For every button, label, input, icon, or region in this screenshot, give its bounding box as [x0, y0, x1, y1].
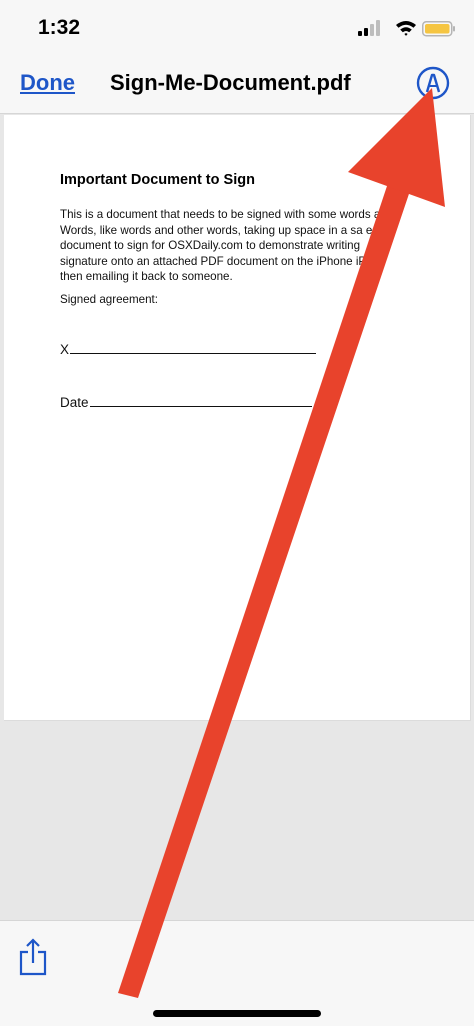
bottom-toolbar	[0, 920, 474, 1026]
document-body-line: then emailing it back to someone.	[60, 270, 233, 283]
navigation-bar: Done Sign-Me-Document.pdf	[0, 56, 474, 114]
battery-level	[425, 24, 450, 34]
date-underline	[89, 395, 312, 407]
home-indicator	[153, 1010, 321, 1017]
document-body-line: This is a document that needs to be sign…	[60, 208, 387, 221]
document-body-line: document to sign for OSXDaily.com to dem…	[60, 239, 361, 252]
status-bar: 1:32	[0, 0, 474, 56]
document-heading: Important Document to Sign	[60, 172, 255, 188]
wifi-icon	[396, 21, 416, 36]
document-body: This is a document that needs to be sign…	[60, 207, 470, 285]
share-icon[interactable]	[18, 937, 48, 977]
done-button[interactable]: Done	[20, 70, 75, 96]
document-body-line: signature onto an attached PDF document …	[60, 254, 380, 268]
signature-underline	[70, 342, 317, 354]
cellular-signal-icon	[358, 20, 380, 36]
status-icons	[358, 20, 455, 37]
signature-x-label: X	[60, 342, 70, 357]
date-line: Date	[60, 395, 312, 410]
battery-icon	[422, 21, 455, 37]
pdf-page[interactable]: Important Document to Sign This is a doc…	[4, 115, 471, 721]
signature-line: X	[60, 342, 317, 357]
date-label: Date	[60, 395, 89, 410]
signed-agreement-label: Signed agreement:	[60, 293, 158, 306]
markup-pen-icon[interactable]	[416, 66, 450, 100]
document-title: Sign-Me-Document.pdf	[110, 70, 351, 95]
status-time: 1:32	[38, 16, 81, 39]
document-body-line: Words, like words and other words, takin…	[60, 223, 373, 237]
